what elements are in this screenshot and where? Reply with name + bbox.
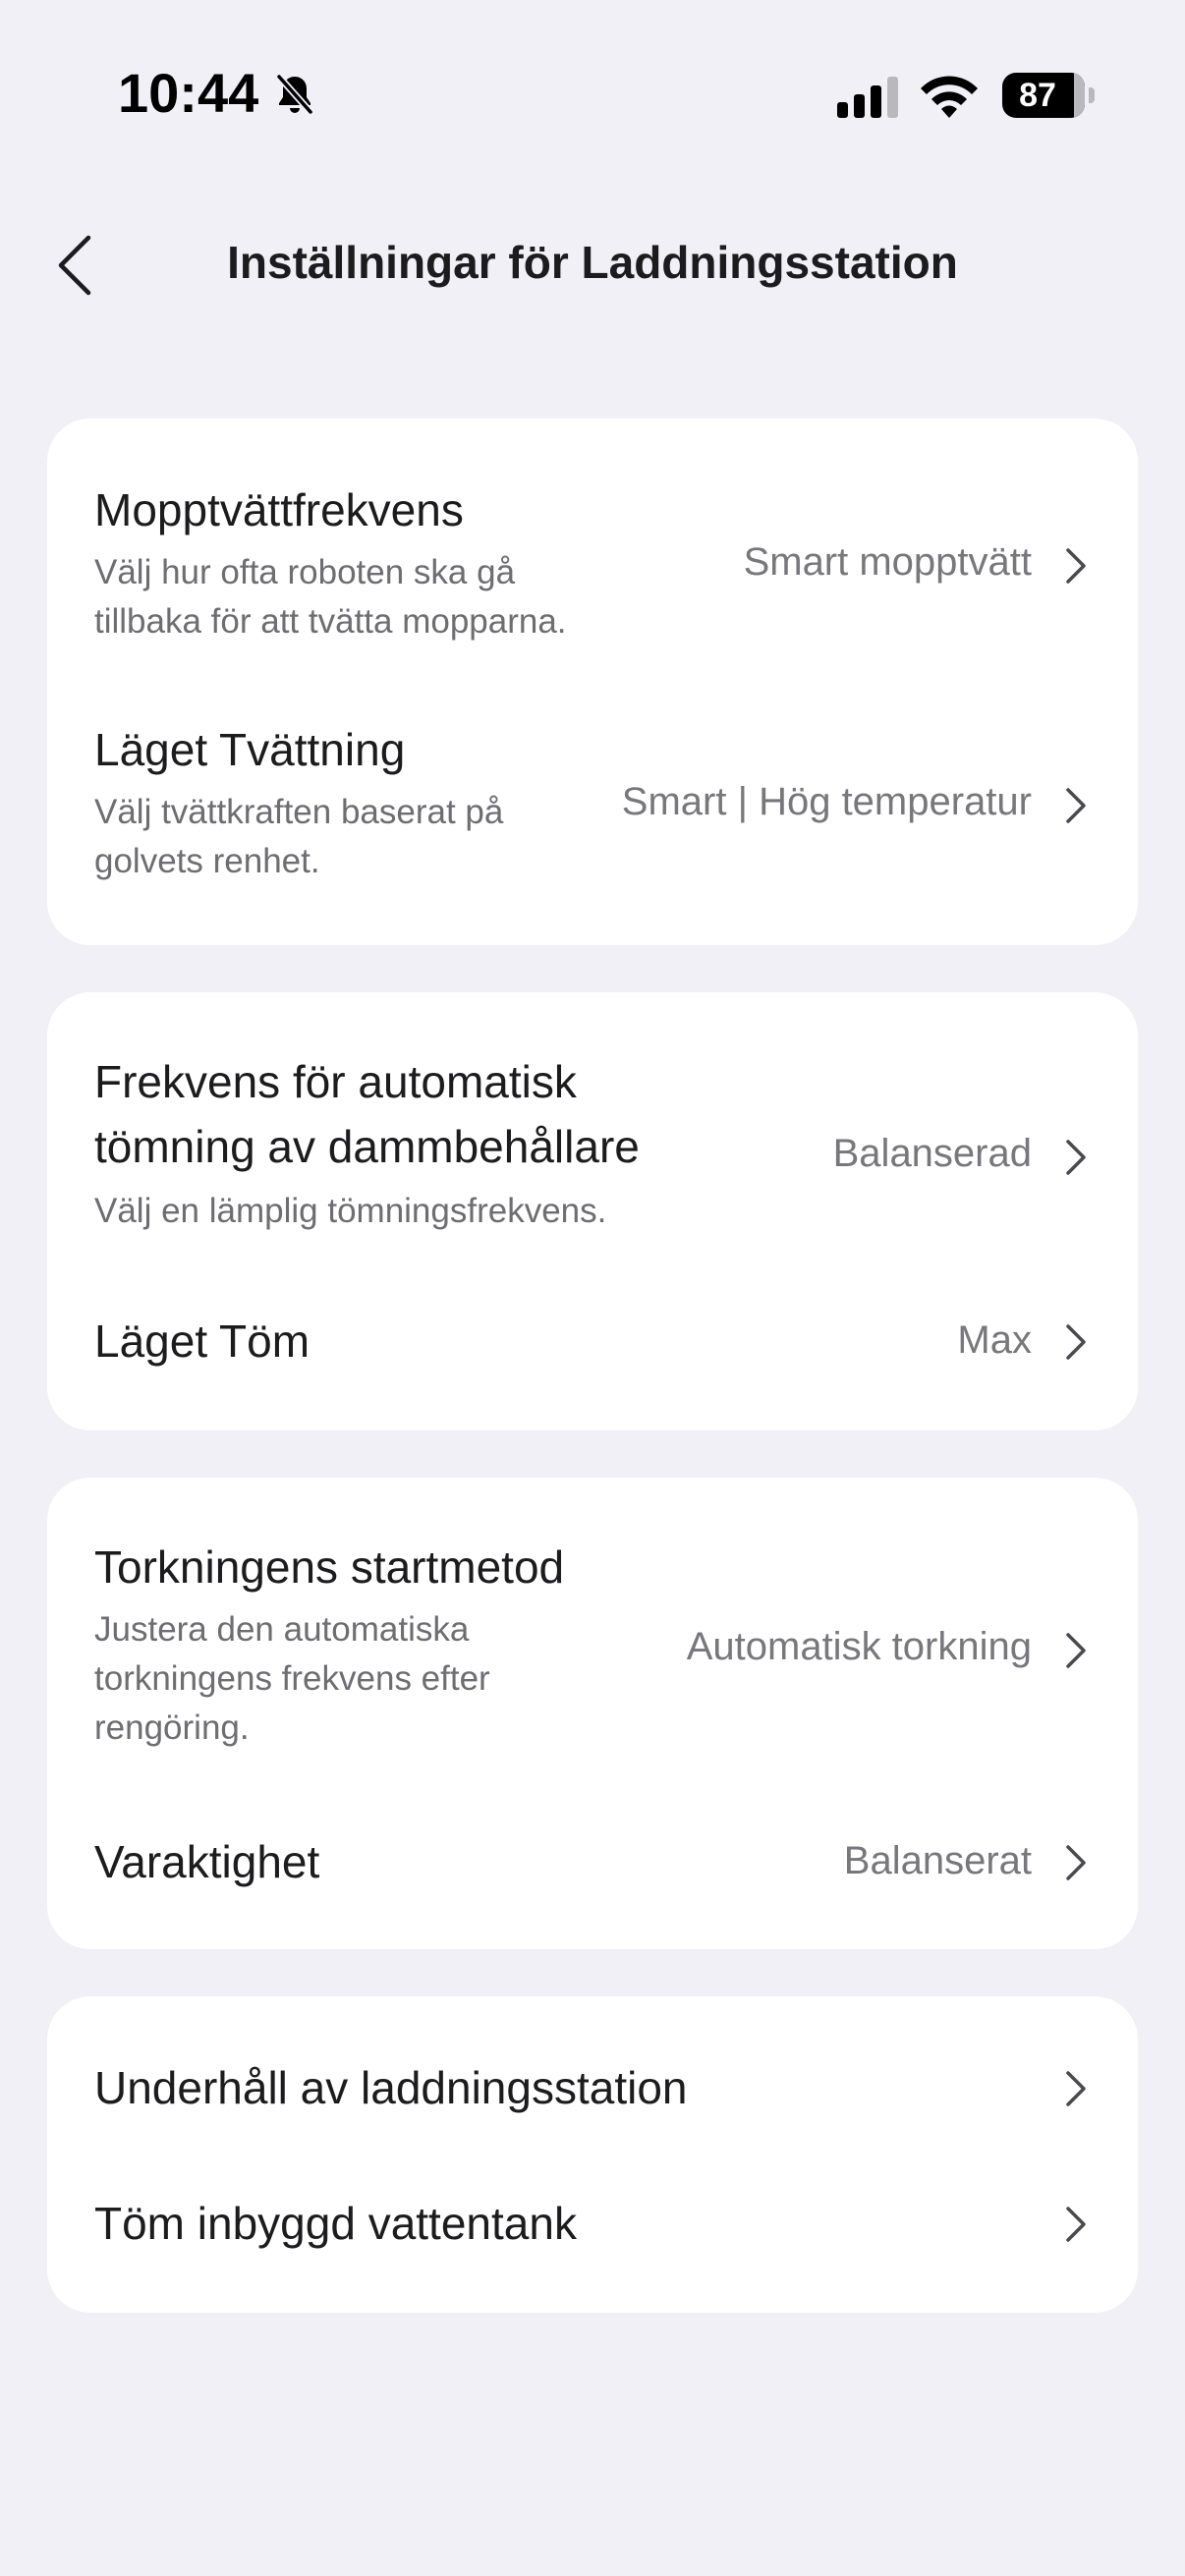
- row-title: Töm inbyggd vattentank: [94, 2198, 577, 2249]
- row-value: Automatisk torkning: [686, 1625, 1032, 1668]
- row-title-line: tömning av dammbehållare: [94, 1121, 640, 1172]
- chevron-right-icon: [1066, 2207, 1086, 2242]
- row-title: Varaktighet: [94, 1836, 320, 1887]
- row-title: Läget Tvättning: [94, 724, 406, 775]
- row-value: Balanserad: [832, 1132, 1032, 1175]
- row-empty-mode[interactable]: Läget Töm Max: [47, 1287, 1138, 1395]
- row-description-line: Välj en lämplig tömningsfrekvens.: [94, 1192, 607, 1230]
- battery-icon: 87: [1002, 73, 1095, 118]
- row-value: Balanserat: [843, 1839, 1032, 1882]
- wifi-icon: [921, 76, 978, 118]
- chevron-right-icon: [1066, 1324, 1086, 1360]
- row-auto-empty-frequency[interactable]: Frekvens för automatisk tömning av dammb…: [47, 1049, 1138, 1246]
- settings-card-drying: Torkningens startmetod Justera den autom…: [47, 1478, 1138, 1949]
- battery-body: 87: [1002, 73, 1085, 118]
- cellular-signal-icon: [837, 77, 898, 118]
- chevron-right-icon: [1066, 1633, 1086, 1668]
- battery-level: 87: [1019, 77, 1056, 114]
- row-value: Max: [957, 1318, 1032, 1362]
- status-time: 10:44: [118, 62, 259, 124]
- row-description-line: Justera den automatiska: [94, 1610, 470, 1649]
- row-description-line: rengöring.: [94, 1708, 250, 1747]
- row-mop-wash-frequency[interactable]: Mopptvättfrekvens Välj hur ofta roboten …: [47, 477, 1138, 644]
- battery-cap: [1089, 87, 1095, 103]
- page-title: Inställningar för Laddningsstation: [227, 237, 958, 288]
- row-value: Smart | Hög temperatur: [621, 780, 1032, 823]
- settings-card-mop-washing: Mopptvättfrekvens Välj hur ofta roboten …: [47, 419, 1138, 945]
- battery-empty-portion: [1074, 73, 1085, 118]
- row-description-line: Välj hur ofta roboten ska gå: [94, 553, 516, 591]
- settings-card-dust-emptying: Frekvens för automatisk tömning av dammb…: [47, 992, 1138, 1430]
- row-value: Smart mopptvätt: [743, 540, 1032, 584]
- row-title-line: Frekvens för automatisk: [94, 1056, 577, 1107]
- row-title: Torkningens startmetod: [94, 1541, 565, 1593]
- row-title: Läget Töm: [94, 1316, 310, 1367]
- row-drying-start-method[interactable]: Torkningens startmetod Justera den autom…: [47, 1535, 1138, 1751]
- row-station-maintenance[interactable]: Underhåll av laddningsstation: [47, 2036, 1138, 2144]
- row-title: Underhåll av laddningsstation: [94, 2062, 688, 2113]
- row-washing-mode[interactable]: Läget Tvättning Välj tvättkraften basera…: [47, 717, 1138, 884]
- row-description-line: golvets renhet.: [94, 842, 320, 880]
- row-empty-water-tank[interactable]: Töm inbyggd vattentank: [47, 2171, 1138, 2279]
- chevron-right-icon: [1066, 1845, 1086, 1880]
- row-description-line: tillbaka för att tvätta mopparna.: [94, 602, 567, 641]
- chevron-right-icon: [1066, 2071, 1086, 2106]
- row-duration[interactable]: Varaktighet Balanserat: [47, 1792, 1138, 1900]
- settings-card-maintenance: Underhåll av laddningsstation Töm inbygg…: [47, 1996, 1138, 2313]
- chevron-right-icon: [1066, 1140, 1086, 1175]
- row-description-line: torkningens frekvens efter: [94, 1659, 490, 1698]
- chevron-right-icon: [1066, 788, 1086, 823]
- bell-slash-icon: [276, 74, 313, 115]
- row-title: Mopptvättfrekvens: [94, 484, 464, 535]
- status-bar: 10:44 87: [0, 0, 1185, 187]
- chevron-right-icon: [1066, 548, 1086, 584]
- row-description-line: Välj tvättkraften baserat på: [94, 793, 504, 831]
